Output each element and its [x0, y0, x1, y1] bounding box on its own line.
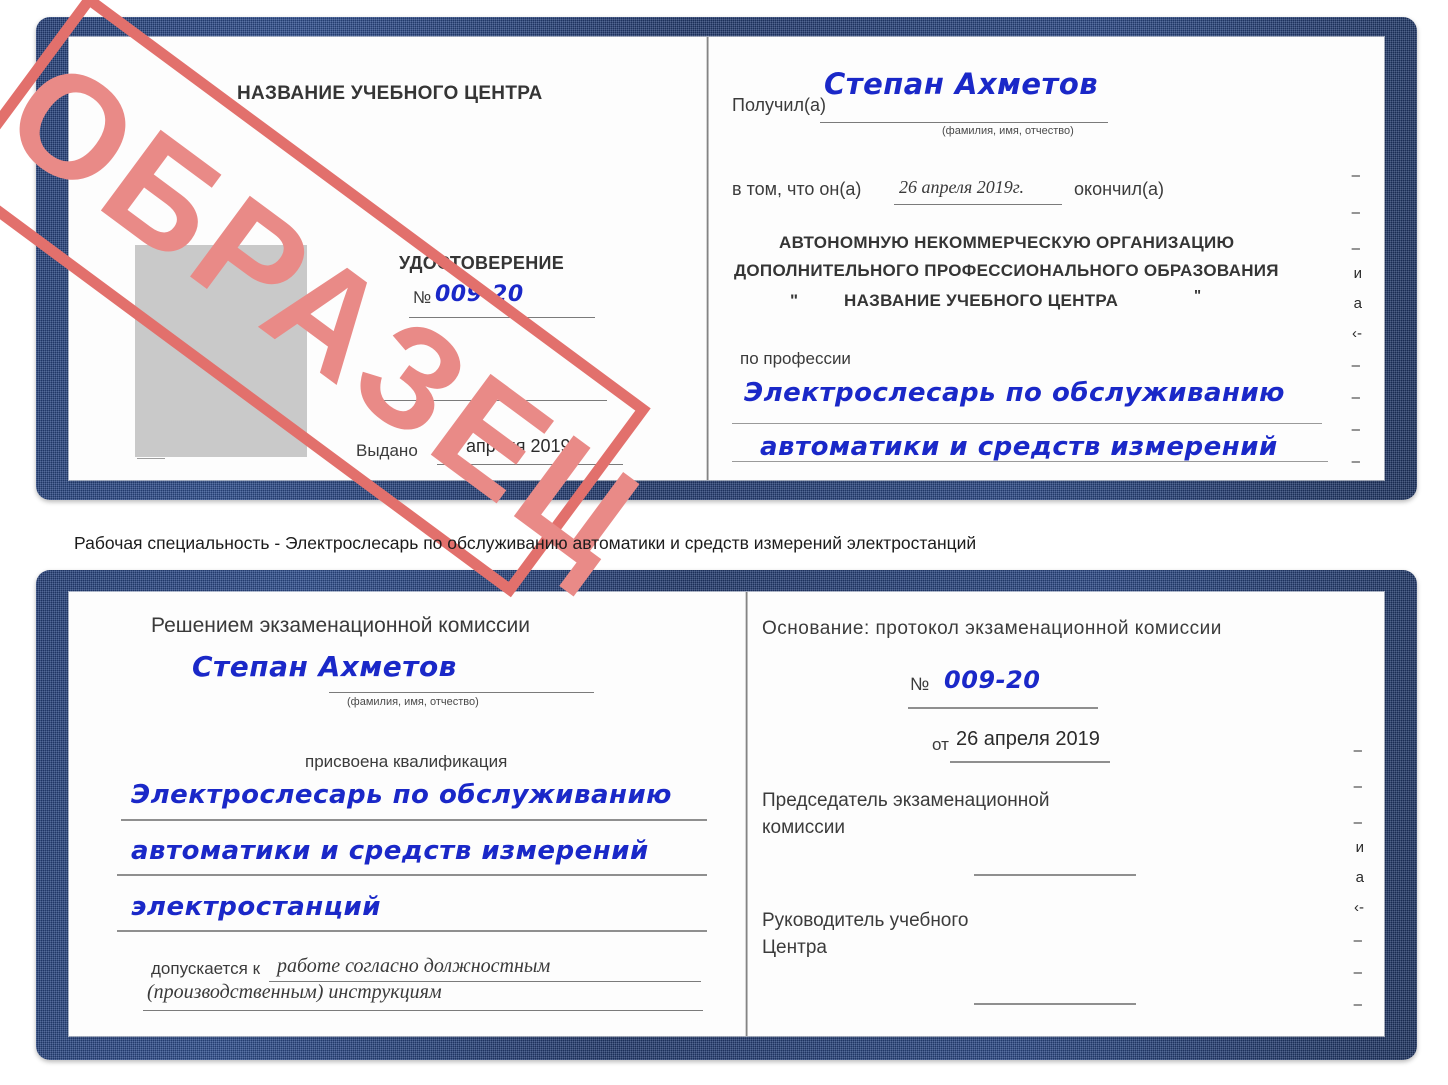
qualification-line-1: Электрослесарь по обслуживанию	[131, 780, 672, 810]
graduated-label: окончил(а)	[1074, 179, 1164, 199]
document-title: УДОСТОВЕРЕНИЕ	[399, 253, 565, 273]
head-signature-rule	[974, 1003, 1136, 1005]
issued-value: 26 апреля 2019	[441, 436, 571, 456]
photo-placeholder	[135, 245, 307, 457]
bottom-number-value: 009-20	[944, 666, 1041, 694]
bottom-name-value: Степан Ахметов	[192, 650, 457, 683]
bottom-name-rule	[329, 692, 594, 693]
certificate-top-right-page: Получил(а) Степан Ахметов (фамилия, имя,…	[714, 37, 1384, 480]
admitted-line-2: (производственным) инструкциям	[147, 981, 442, 1003]
received-rule	[820, 122, 1108, 123]
photo-bottom-tick	[137, 458, 165, 459]
admitted-line-1: работе согласно должностным	[277, 955, 551, 977]
basis-label: Основание: протокол экзаменационной коми…	[762, 618, 1222, 639]
edge-mark: ‹-	[1352, 325, 1362, 342]
edge-mark: –	[1351, 357, 1360, 374]
bottom-number-label: №	[910, 674, 930, 694]
received-hint: (фамилия, имя, отчество)	[942, 125, 1074, 137]
edge-mark: –	[1351, 240, 1360, 257]
issued-rule	[437, 464, 623, 465]
qualification-label: присвоена квалификация	[305, 752, 508, 771]
edge-mark: –	[1353, 996, 1362, 1013]
certificate-top-cover: НАЗВАНИЕ УЧЕБНОГО ЦЕНТРА УДОСТОВЕРЕНИЕ №…	[36, 17, 1417, 500]
organization-line-3: НАЗВАНИЕ УЧЕБНОГО ЦЕНТРА	[844, 291, 1119, 310]
qualification-rule-2	[117, 874, 707, 876]
edge-mark: ‹-	[1354, 899, 1364, 916]
qualification-line-2: автоматики и средств измерений	[131, 836, 649, 866]
profession-line-1: Электрослесарь по обслуживанию	[744, 378, 1285, 408]
edge-mark: –	[1353, 932, 1362, 949]
profession-rule-1	[732, 423, 1322, 424]
bottom-number-rule	[908, 707, 1098, 709]
head-line-1: Руководитель учебного	[762, 910, 969, 931]
organization-line-1: АВТОНОМНУЮ НЕКОММЕРЧЕСКУЮ ОРГАНИЗАЦИЮ	[779, 233, 1235, 252]
edge-mark: –	[1351, 453, 1360, 470]
caption-text: Рабочая специальность - Электрослесарь п…	[74, 533, 977, 553]
edge-mark: а	[1353, 295, 1362, 312]
edge-mark: –	[1351, 389, 1360, 406]
edge-mark: и	[1355, 839, 1364, 856]
chairman-line-2: комиссии	[762, 817, 845, 838]
in-that-rule	[894, 204, 1062, 205]
head-line-2: Центра	[762, 937, 827, 958]
organization-quote-close: "	[1194, 287, 1202, 304]
number-rule	[409, 317, 595, 318]
admitted-rule-2	[143, 1010, 703, 1011]
profession-line-2: автоматики и средств измерений	[760, 432, 1278, 462]
blank-rule-1	[375, 400, 607, 401]
issued-label: Выдано	[356, 441, 418, 460]
certificate-bottom-right-page: Основание: протокол экзаменационной коми…	[748, 592, 1384, 1036]
organization-quote-open: "	[790, 291, 799, 310]
qualification-line-3: электростанций	[131, 892, 381, 922]
certificate-bottom-left-page: Решением экзаменационной комиссии Степан…	[69, 592, 709, 1036]
admitted-rule-1	[269, 981, 701, 982]
chairman-line-1: Председатель экзаменационной	[762, 790, 1050, 811]
bottom-date-value: 26 апреля 2019	[956, 728, 1100, 750]
bottom-date-label: от	[932, 735, 949, 754]
edge-mark: –	[1351, 204, 1360, 221]
number-label: №	[413, 288, 432, 307]
received-value: Степан Ахметов	[824, 67, 1099, 101]
profession-rule-2	[732, 461, 1328, 462]
received-label: Получил(а)	[732, 95, 826, 115]
edge-mark: –	[1353, 814, 1362, 831]
organization-line-2: ДОПОЛНИТЕЛЬНОГО ПРОФЕССИОНАЛЬНОГО ОБРАЗО…	[734, 261, 1279, 280]
decision-heading: Решением экзаменационной комиссии	[151, 614, 531, 637]
edge-mark: –	[1351, 421, 1360, 438]
edge-mark: –	[1353, 742, 1362, 759]
certificate-bottom-pages: Решением экзаменационной комиссии Степан…	[69, 592, 1384, 1036]
certificate-top-left-page: НАЗВАНИЕ УЧЕБНОГО ЦЕНТРА УДОСТОВЕРЕНИЕ №…	[69, 37, 684, 480]
profession-label: по профессии	[740, 349, 851, 368]
in-that-label: в том, что он(а)	[732, 179, 862, 199]
screenshot-canvas: НАЗВАНИЕ УЧЕБНОГО ЦЕНТРА УДОСТОВЕРЕНИЕ №…	[0, 0, 1448, 1085]
edge-mark: а	[1355, 869, 1364, 886]
edge-mark: –	[1353, 964, 1362, 981]
bottom-date-rule	[950, 761, 1110, 763]
edge-mark: –	[1354, 1028, 1362, 1036]
admitted-label: допускается к	[151, 959, 261, 978]
qualification-rule-3	[117, 930, 707, 932]
certificate-bottom-cover: Решением экзаменационной комиссии Степан…	[36, 570, 1417, 1060]
edge-mark: и	[1353, 265, 1362, 282]
edge-mark: –	[1351, 167, 1360, 184]
edge-mark: –	[1353, 778, 1362, 795]
training-center-name: НАЗВАНИЕ УЧЕБНОГО ЦЕНТРА	[237, 83, 543, 104]
in-that-value: 26 апреля 2019г.	[899, 177, 1025, 197]
bottom-name-hint: (фамилия, имя, отчество)	[347, 696, 479, 708]
book-spine-top	[706, 37, 709, 480]
qualification-rule-1	[121, 819, 707, 821]
number-value: 009-20	[435, 282, 524, 307]
certificate-top-pages: НАЗВАНИЕ УЧЕБНОГО ЦЕНТРА УДОСТОВЕРЕНИЕ №…	[69, 37, 1384, 480]
chairman-signature-rule	[974, 874, 1136, 876]
